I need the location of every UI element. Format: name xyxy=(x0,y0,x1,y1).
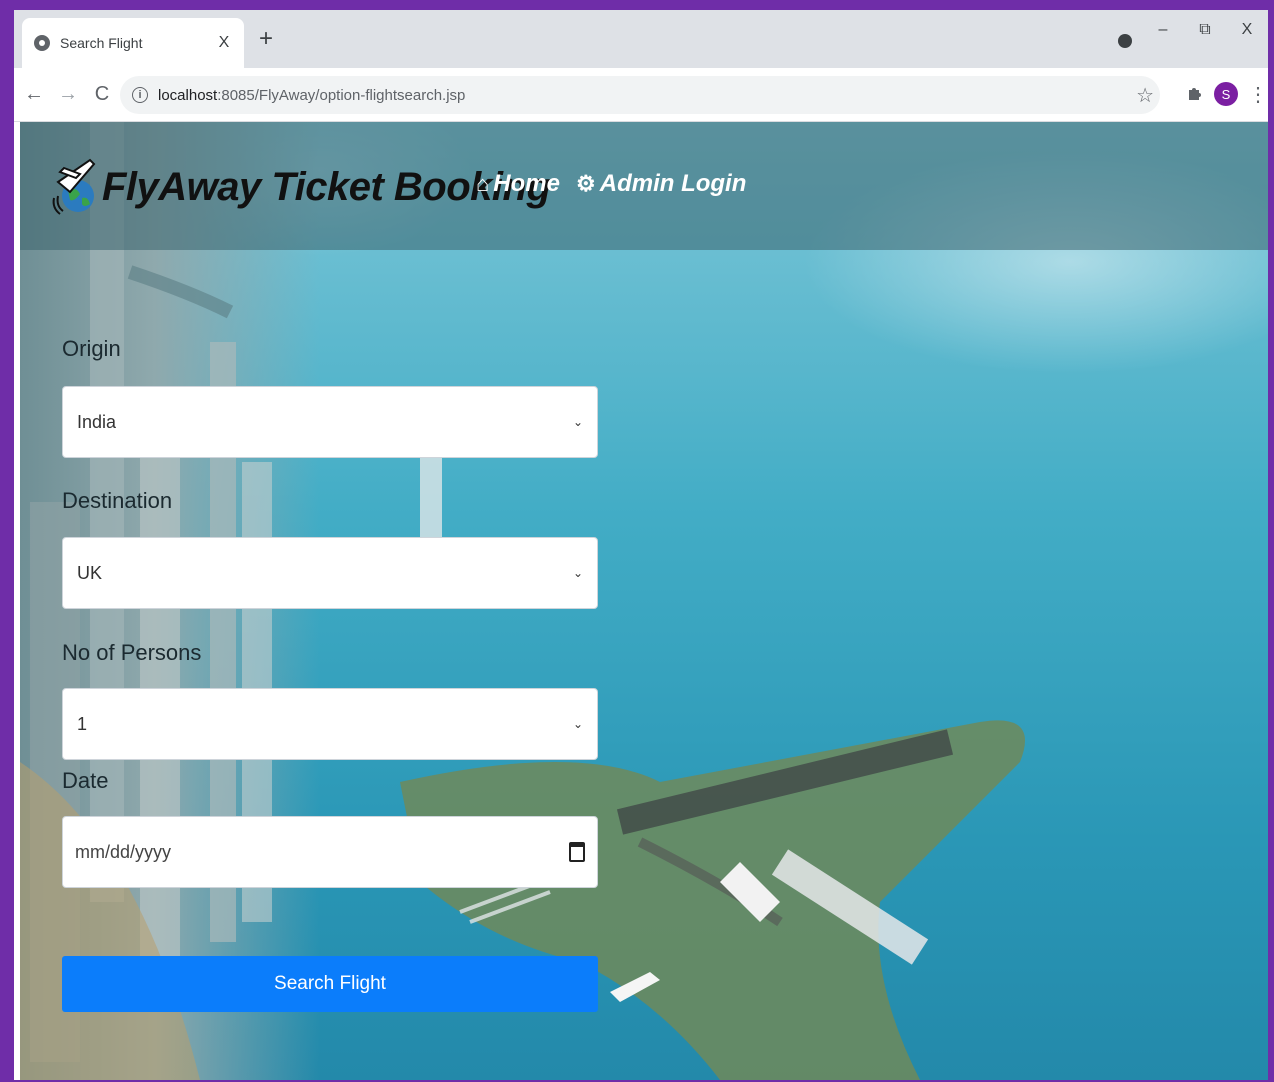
origin-select[interactable]: India ⌄ xyxy=(62,386,598,458)
origin-value: India xyxy=(77,411,117,432)
nav-link-admin-login[interactable]: ⚙ Admin Login xyxy=(576,170,746,198)
chevron-down-icon: ⌄ xyxy=(572,415,583,429)
destination-value: UK xyxy=(77,562,103,583)
date-label: Date xyxy=(62,768,109,793)
destination-select[interactable]: UK ⌄ xyxy=(62,537,598,609)
globe-icon xyxy=(34,35,50,51)
extensions-puzzle-icon[interactable] xyxy=(1186,84,1204,107)
page-body: FlyAway Ticket Booking ⌂ Home ⚙ Admin Lo… xyxy=(20,122,1268,1080)
browser-window: Search Flight X + – ⧉ X ← → C i localhos… xyxy=(14,10,1268,1080)
browser-toolbar: ← → C i localhost :8085/FlyAway/option-f… xyxy=(14,68,1268,122)
profile-avatar[interactable]: S xyxy=(1214,82,1238,106)
reload-button[interactable]: C xyxy=(88,83,116,106)
window-controls: – ⧉ X xyxy=(1142,10,1268,50)
destination-label: Destination xyxy=(62,488,173,513)
calendar-icon[interactable] xyxy=(569,842,585,862)
back-button[interactable]: ← xyxy=(20,83,48,106)
tab-strip: Search Flight X + – ⧉ X xyxy=(14,10,1268,68)
search-flight-button[interactable]: Search Flight xyxy=(62,956,598,1012)
nav-link-home-label: Home xyxy=(493,170,560,197)
media-icon[interactable] xyxy=(1118,34,1132,48)
persons-select[interactable]: 1 ⌄ xyxy=(62,688,598,760)
url-host: localhost xyxy=(158,86,218,104)
tab-close-icon[interactable]: X xyxy=(216,34,232,52)
persons-label: No of Persons xyxy=(62,640,202,665)
gear-icon: ⚙ xyxy=(576,171,596,196)
browser-tab[interactable]: Search Flight X xyxy=(22,18,244,68)
kebab-menu-icon[interactable]: ⋮ xyxy=(1248,82,1268,107)
tab-title: Search Flight xyxy=(60,35,143,51)
date-input[interactable]: mm/dd/yyyy xyxy=(62,816,598,888)
site-navbar: FlyAway Ticket Booking ⌂ Home ⚙ Admin Lo… xyxy=(20,122,1268,250)
persons-value: 1 xyxy=(77,713,88,734)
nav-link-home[interactable]: ⌂ Home xyxy=(476,170,560,198)
new-tab-button[interactable]: + xyxy=(254,27,278,52)
address-bar[interactable]: i localhost :8085/FlyAway/option-flights… xyxy=(120,76,1160,114)
date-placeholder: mm/dd/yyyy xyxy=(75,841,172,862)
restore-button[interactable]: ⧉ xyxy=(1184,21,1226,39)
nav-link-admin-label: Admin Login xyxy=(599,170,747,197)
home-icon: ⌂ xyxy=(476,171,490,196)
minimize-button[interactable]: – xyxy=(1142,21,1184,39)
bookmark-star-icon[interactable]: ☆ xyxy=(1136,83,1154,108)
info-icon[interactable]: i xyxy=(132,87,148,103)
close-window-button[interactable]: X xyxy=(1226,21,1268,39)
url-path: :8085/FlyAway/option-flightsearch.jsp xyxy=(217,86,466,104)
chevron-down-icon: ⌄ xyxy=(572,566,583,580)
forward-button[interactable]: → xyxy=(54,83,82,106)
plane-globe-logo-icon xyxy=(52,158,96,215)
origin-label: Origin xyxy=(62,336,121,361)
chevron-down-icon: ⌄ xyxy=(572,717,583,731)
